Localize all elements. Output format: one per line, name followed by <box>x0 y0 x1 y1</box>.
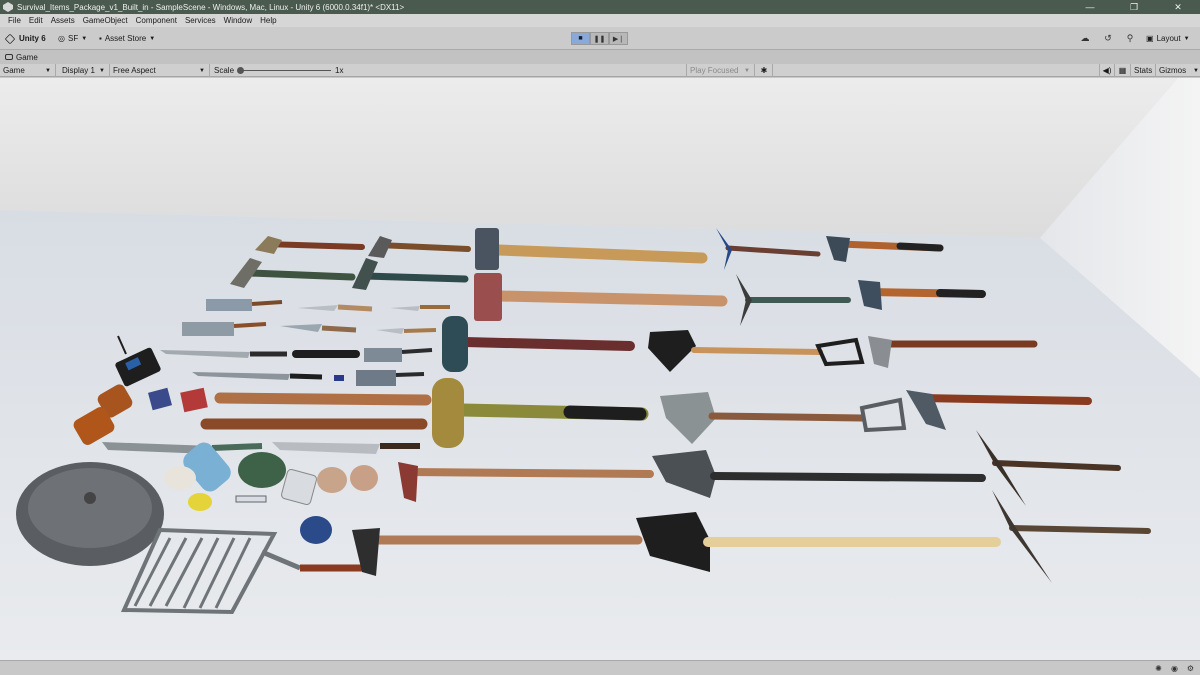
chevron-down-icon: ▼ <box>99 67 105 74</box>
play-controls: ■ ❚❚ ▶❘ <box>571 32 628 45</box>
network-icon[interactable]: ◉ <box>1169 663 1180 674</box>
history-icon[interactable]: ↺ <box>1101 32 1115 45</box>
pause-icon: ❚❚ <box>593 35 606 43</box>
search-icon[interactable]: ⚲ <box>1123 32 1137 45</box>
stop-icon: ■ <box>578 35 583 42</box>
shopping-bag-icon: ▪ <box>99 34 102 43</box>
tab-game[interactable]: Game <box>0 53 38 62</box>
chevron-down-icon: ▼ <box>81 35 88 42</box>
account-icon: ◎ <box>58 34 65 43</box>
tab-game-label: Game <box>16 52 38 62</box>
minimize-button[interactable]: — <box>1068 0 1112 14</box>
settings-icon[interactable]: ⚙ <box>1185 663 1196 674</box>
aspect-label: Free Aspect <box>113 66 156 75</box>
game-view-controls: Game ▼ Display 1 ▼ Free Aspect ▼ Scale 1… <box>0 64 1200 77</box>
account-label: SF <box>67 34 79 43</box>
status-bar: ✺ ◉ ⚙ <box>0 660 1200 675</box>
display-label: Display 1 <box>62 66 95 75</box>
gamepad-icon <box>5 54 13 60</box>
account-dropdown[interactable]: ◎ SF ▼ <box>58 32 87 45</box>
play-focus-dropdown[interactable]: Play Focused ▼ <box>686 64 755 77</box>
menu-services[interactable]: Services <box>181 16 220 25</box>
display-dropdown[interactable]: Display 1 ▼ <box>57 64 110 77</box>
asset-store-dropdown[interactable]: ▪ Asset Store ▼ <box>99 32 155 45</box>
unity-version-label: Unity 6 <box>19 34 46 43</box>
keyboard-icon[interactable]: ▦ <box>1115 64 1131 77</box>
chevron-down-icon: ▼ <box>199 67 205 74</box>
mug <box>300 516 332 544</box>
maximize-button[interactable]: ❐ <box>1112 0 1156 14</box>
layout-label: Layout <box>1156 34 1181 43</box>
chevron-down-icon: ▼ <box>149 35 156 42</box>
cooking-pot <box>16 462 164 566</box>
baseball-bat-1 <box>214 392 432 406</box>
mute-audio-icon[interactable]: ◀) <box>1099 64 1115 77</box>
cloud-icon[interactable]: ☁ <box>1078 32 1092 45</box>
game-mode-label: Game <box>3 66 25 75</box>
step-icon: ▶❘ <box>612 35 625 43</box>
close-button[interactable]: ✕ <box>1156 0 1200 14</box>
step-button[interactable]: ▶❘ <box>609 32 628 45</box>
layout-dropdown[interactable]: ▣ Layout ▼ <box>1146 32 1190 45</box>
menu-bar: File Edit Assets GameObject Component Se… <box>0 14 1200 27</box>
toilet-paper <box>164 466 196 490</box>
stats-label: Stats <box>1134 66 1153 75</box>
menu-file[interactable]: File <box>4 16 25 25</box>
layout-icon: ▣ <box>1146 34 1154 43</box>
menu-component[interactable]: Component <box>132 16 181 25</box>
tin-can-2 <box>350 465 378 491</box>
game-viewport[interactable] <box>0 78 1200 660</box>
gum-pack <box>235 495 267 503</box>
menu-help[interactable]: Help <box>256 16 280 25</box>
chevron-down-icon: ▼ <box>45 67 51 74</box>
unity-account-button[interactable]: Unity 6 <box>4 32 46 45</box>
lighting-icon[interactable]: ✺ <box>1153 663 1164 674</box>
chevron-down-icon: ▼ <box>1193 67 1199 74</box>
scale-label: Scale <box>214 66 235 75</box>
gizmos-dropdown[interactable]: Gizmos ▼ <box>1156 64 1200 77</box>
chevron-down-icon: ▼ <box>1183 35 1190 42</box>
unity-logo-icon <box>4 33 16 44</box>
chevron-down-icon: ▼ <box>744 67 750 74</box>
play-focus-label: Play Focused <box>690 66 739 75</box>
menu-gameobject[interactable]: GameObject <box>79 16 132 25</box>
unity-app-icon <box>3 2 13 12</box>
scale-slider-handle[interactable] <box>237 67 244 74</box>
game-mode-dropdown[interactable]: Game ▼ <box>0 64 56 77</box>
tin-can-1 <box>317 467 347 493</box>
menu-window[interactable]: Window <box>220 16 256 25</box>
menu-edit[interactable]: Edit <box>25 16 47 25</box>
scale-value: 1x <box>335 66 344 75</box>
lighter <box>188 493 212 511</box>
canteen <box>238 452 286 488</box>
window-title-bar: Survival_Items_Package_v1_Built_in - Sam… <box>0 0 1200 14</box>
scale-slider-track[interactable] <box>240 70 331 71</box>
stats-button[interactable]: Stats <box>1131 64 1156 77</box>
battery-1 <box>334 375 344 381</box>
play-button[interactable]: ■ <box>571 32 590 45</box>
aspect-dropdown[interactable]: Free Aspect ▼ <box>110 64 210 77</box>
scene-render <box>0 78 1200 660</box>
game-tab-strip: Game <box>0 50 1200 64</box>
gizmos-label: Gizmos <box>1159 66 1187 75</box>
bug-icon[interactable]: ✱ <box>756 64 773 77</box>
asset-store-label: Asset Store <box>104 34 147 43</box>
pause-button[interactable]: ❚❚ <box>590 32 609 45</box>
menu-assets[interactable]: Assets <box>47 16 79 25</box>
window-title: Survival_Items_Package_v1_Built_in - Sam… <box>17 2 405 12</box>
main-toolbar: Unity 6 ◎ SF ▼ ▪ Asset Store ▼ ■ ❚❚ ▶❘ ☁… <box>0 27 1200 50</box>
